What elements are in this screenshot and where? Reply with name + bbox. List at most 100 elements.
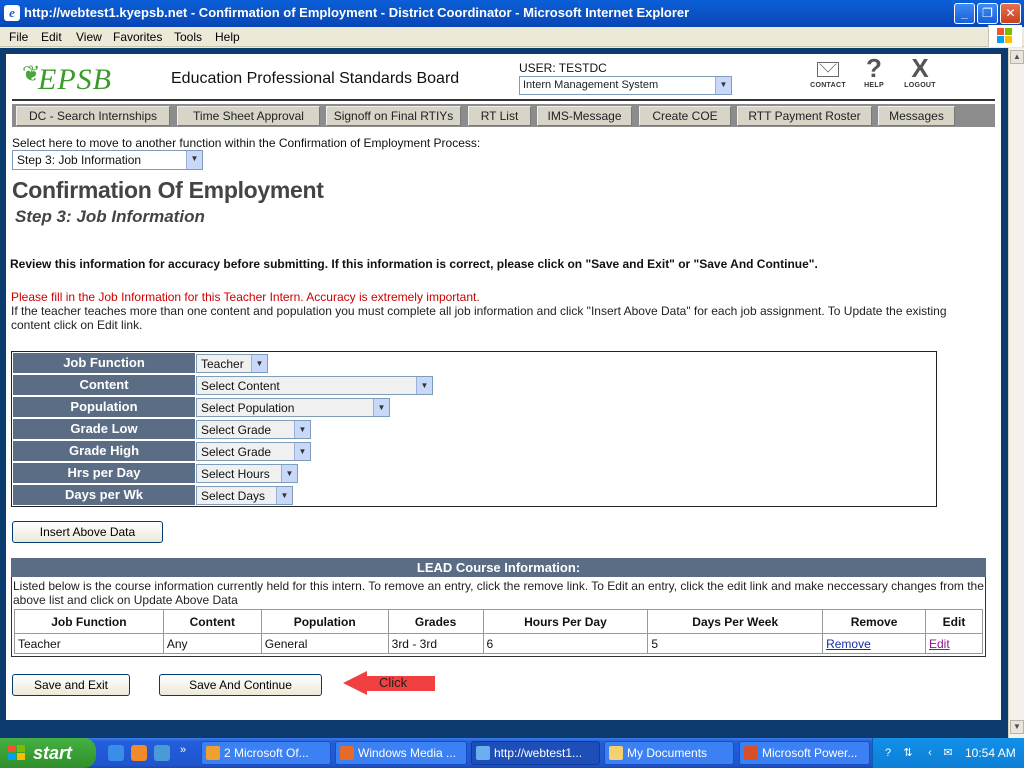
task-my-documents[interactable]: My Documents — [604, 741, 734, 765]
cell-days: 5 — [647, 633, 824, 654]
days-select[interactable]: Select Days ▼ — [196, 486, 293, 505]
save-and-exit-button[interactable]: Save and Exit — [12, 674, 130, 696]
window-title: http://webtest1.kyepsb.net - Confirmatio… — [24, 5, 690, 20]
vertical-scrollbar[interactable]: ▲ ▼ — [1008, 48, 1024, 738]
chevron-down-icon: ▼ — [373, 399, 389, 416]
powerpoint-icon — [744, 746, 758, 760]
population-select[interactable]: Select Population ▼ — [196, 398, 390, 417]
form-row-job-function: Job Function Teacher ▼ — [12, 352, 936, 374]
column-header: Days Per Week — [647, 609, 824, 634]
maximize-button[interactable]: ❐ — [977, 3, 998, 24]
office-icon — [206, 746, 220, 760]
tab-dc-search-internships[interactable]: DC - Search Internships — [16, 106, 170, 126]
browser-viewport: ❦ EPSB Education Professional Standards … — [0, 48, 1008, 738]
grade-low-select[interactable]: Select Grade ▼ — [196, 420, 311, 439]
instructions-text: If the teacher teaches more than one con… — [11, 304, 947, 332]
menu-file[interactable]: File — [9, 30, 28, 44]
tab-time-sheet-approval[interactable]: Time Sheet Approval — [177, 106, 320, 126]
tab-rtt-payment-roster[interactable]: RTT Payment Roster — [737, 106, 872, 126]
contact-icon — [806, 56, 850, 82]
web-page: ❦ EPSB Education Professional Standards … — [6, 54, 1001, 720]
scroll-down-icon[interactable]: ▼ — [1010, 720, 1024, 734]
taskbar: start » 2 Microsoft Of... Windows Media … — [0, 738, 1024, 768]
chevron-down-icon: ▼ — [416, 377, 432, 394]
field-label: Content — [13, 375, 195, 395]
network-icon[interactable]: ⇅ — [901, 746, 915, 760]
cell-content: Any — [162, 633, 262, 654]
chevron-right-icon[interactable]: » — [180, 744, 186, 756]
logout-link[interactable]: X LOGOUT — [898, 55, 942, 92]
content-select[interactable]: Select Content ▼ — [196, 376, 433, 395]
media-quicklaunch-icon[interactable] — [131, 745, 147, 761]
tab-signoff-final-rtiys[interactable]: Signoff on Final RTIYs — [326, 106, 461, 126]
clock: 10:54 AM — [965, 746, 1016, 760]
menu-bar: File Edit View Favorites Tools Help — [0, 27, 1024, 47]
system-tray: ? ⇅ ‹ ✉ 10:54 AM — [872, 738, 1024, 768]
tab-messages[interactable]: Messages — [878, 106, 955, 126]
form-row-hrs-per-day: Hrs per Day Select Hours ▼ — [12, 462, 936, 484]
field-label: Days per Wk — [13, 485, 195, 505]
start-button[interactable]: start — [0, 738, 96, 768]
insert-above-data-button[interactable]: Insert Above Data — [12, 521, 163, 543]
user-label: USER: TESTDC — [519, 61, 607, 75]
ie-quicklaunch-icon[interactable] — [108, 745, 124, 761]
menu-edit[interactable]: Edit — [41, 30, 62, 44]
task-windows-media[interactable]: Windows Media ... — [335, 741, 467, 765]
cell-edit: Edit — [925, 633, 983, 654]
tab-ims-message[interactable]: IMS-Message — [537, 106, 632, 126]
system-select[interactable]: Intern Management System ▼ — [519, 76, 732, 95]
cell-job-function: Teacher — [14, 633, 164, 654]
ie-icon — [476, 746, 490, 760]
desktop-quicklaunch-icon[interactable] — [154, 745, 170, 761]
column-header: Content — [162, 609, 262, 634]
hours-select[interactable]: Select Hours ▼ — [196, 464, 298, 483]
menu-view[interactable]: View — [76, 30, 102, 44]
page-subtitle: Step 3: Job Information — [15, 207, 205, 226]
chevron-down-icon: ▼ — [186, 151, 202, 169]
help-tray-icon[interactable]: ? — [881, 746, 895, 760]
scroll-up-icon[interactable]: ▲ — [1010, 50, 1024, 64]
column-header: Hours Per Day — [482, 609, 649, 634]
remove-link[interactable]: Remove — [826, 637, 871, 651]
chevron-down-icon: ▼ — [294, 443, 310, 460]
column-header: Remove — [822, 609, 926, 634]
menu-tools[interactable]: Tools — [174, 30, 202, 44]
menu-favorites[interactable]: Favorites — [113, 30, 162, 44]
column-header: Edit — [925, 609, 983, 634]
chevron-down-icon: ▼ — [281, 465, 297, 482]
column-header: Grades — [387, 609, 484, 634]
tab-create-coe[interactable]: Create COE — [639, 106, 731, 126]
task-internet-explorer[interactable]: http://webtest1... — [471, 741, 600, 765]
task-microsoft-office[interactable]: 2 Microsoft Of... — [201, 741, 331, 765]
chevron-down-icon: ▼ — [276, 487, 292, 504]
help-link[interactable]: ? HELP — [852, 55, 896, 92]
column-header: Job Function — [14, 609, 164, 634]
lead-course-section: LEAD Course Information: Listed below is… — [11, 558, 986, 657]
ie-icon: e — [4, 5, 20, 21]
lead-box: Listed below is the course information c… — [11, 577, 986, 657]
menu-help[interactable]: Help — [215, 30, 240, 44]
form-row-content: Content Select Content ▼ — [12, 374, 936, 396]
field-label: Population — [13, 397, 195, 417]
form-row-grade-high: Grade High Select Grade ▼ — [12, 440, 936, 462]
field-label: Job Function — [13, 353, 195, 373]
column-header: Population — [260, 609, 389, 634]
grade-high-select[interactable]: Select Grade ▼ — [196, 442, 311, 461]
mail-icon[interactable]: ✉ — [941, 746, 955, 760]
job-function-select[interactable]: Teacher ▼ — [196, 354, 268, 373]
minimize-button[interactable]: _ — [954, 3, 975, 24]
field-label: Hrs per Day — [13, 463, 195, 483]
edit-link[interactable]: Edit — [929, 637, 950, 651]
chevron-down-icon: ▼ — [715, 77, 731, 94]
tab-rt-list[interactable]: RT List — [468, 106, 531, 126]
chevron-down-icon: ▼ — [294, 421, 310, 438]
lead-heading: LEAD Course Information: — [11, 558, 986, 577]
cell-grades: 3rd - 3rd — [387, 633, 484, 654]
save-and-continue-button[interactable]: Save And Continue — [159, 674, 322, 696]
step-select[interactable]: Step 3: Job Information ▼ — [12, 150, 203, 170]
task-microsoft-powerpoint[interactable]: Microsoft Power... — [739, 741, 870, 765]
chevron-left-icon[interactable]: ‹ — [923, 746, 937, 760]
close-button[interactable]: ✕ — [1000, 3, 1021, 24]
contact-link[interactable]: CONTACT — [806, 56, 850, 92]
nav-bar: DC - Search Internships Time Sheet Appro… — [12, 104, 995, 127]
